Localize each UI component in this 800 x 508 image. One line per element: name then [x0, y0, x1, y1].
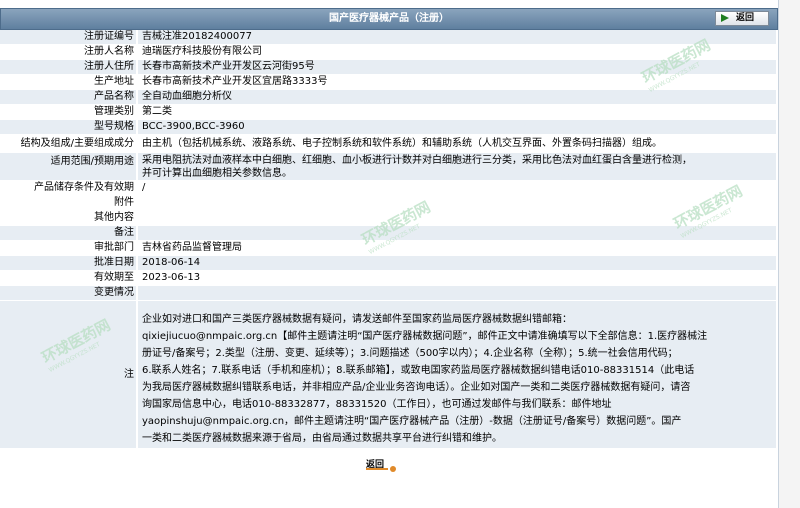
field-value-storage: /	[138, 181, 776, 195]
field-value-approval-date: 2018-06-14	[138, 256, 776, 270]
table-row: 变更情况	[0, 286, 776, 301]
back-button-label: 返回	[736, 13, 755, 23]
note-line: 询国家局信息中心，电话010-88332877，88331520（工作日），也可…	[142, 399, 612, 410]
field-value-registrant-address: 长春市高新技术产业开发区云河街95号	[138, 60, 776, 74]
intended-use-line: 并可计算出血细胞相关参数信息。	[142, 168, 292, 179]
field-value-intended-use: 采用电阻抗法对血液样本中白细胞、红细胞、血小板进行计数并对白细胞进行三分类，采用…	[138, 153, 776, 180]
field-label-category: 管理类别	[0, 105, 136, 119]
table-row: 注册人住所 长春市高新技术产业开发区云河街95号	[0, 60, 776, 75]
table-row: 附件	[0, 196, 776, 211]
note-line: 一类和二类医疗器械数据来源于省局，由省局通过数据共享平台进行纠错和维护。	[142, 433, 502, 444]
table-row: 注册人名称 迪瑞医疗科技股份有限公司	[0, 45, 776, 60]
field-value-structure: 由主机（包括机械系统、液路系统、电子控制系统和软件系统）和辅助系统（人机交互界面…	[138, 135, 776, 152]
table-row: 备注	[0, 226, 776, 241]
field-value-category: 第二类	[138, 105, 776, 119]
field-label-approval-date: 批准日期	[0, 256, 136, 270]
field-label-changes: 变更情况	[0, 286, 136, 300]
field-value-model: BCC-3900,BCC-3960	[138, 120, 776, 134]
note-line: 为我局医疗器械数据纠错联系电话，并非相应产品/企业业务咨询电话）。企业如对国产一…	[142, 382, 691, 393]
table-row: 其他内容	[0, 211, 776, 226]
note-line: 册证号/备案号；2.类型（注册、变更、延续等）；3.问题描述（500字以内）；4…	[142, 348, 678, 359]
field-value-production-address: 长春市高新技术产业开发区宜居路3333号	[138, 75, 776, 89]
note-label: 注	[0, 301, 136, 448]
field-label-approval-dept: 审批部门	[0, 241, 136, 255]
field-label-valid-until: 有效期至	[0, 271, 136, 285]
table-row: 产品名称 全自动血细胞分析仪	[0, 90, 776, 105]
intended-use-line: 采用电阻抗法对血液样本中白细胞、红细胞、血小板进行计数并对白细胞进行三分类，采用…	[142, 155, 692, 166]
table-row: 产品储存条件及有效期 /	[0, 181, 776, 196]
field-label-product-name: 产品名称	[0, 90, 136, 104]
field-value-approval-dept: 吉林省药品监督管理局	[138, 241, 776, 255]
field-label-registrant-address: 注册人住所	[0, 60, 136, 74]
field-label-structure: 结构及组成/主要组成成分	[0, 135, 136, 152]
page-title: 国产医疗器械产品（注册）	[329, 13, 449, 24]
field-label-storage: 产品储存条件及有效期	[0, 181, 136, 195]
right-scroll-area	[779, 0, 800, 508]
field-label-intended-use: 适用范围/预期用途	[0, 153, 136, 180]
table-row: 审批部门 吉林省药品监督管理局	[0, 241, 776, 256]
back-button-bottom[interactable]: 返回	[366, 457, 396, 472]
info-table: 注册证编号 吉械注准20182400077 注册人名称 迪瑞医疗科技股份有限公司…	[0, 30, 776, 449]
panel-header: 国产医疗器械产品（注册） 返回	[0, 8, 778, 30]
note-line: yaopinshuju@nmpaic.org.cn，邮件主题请注明“国产医疗器械…	[142, 416, 682, 427]
table-row: 型号规格 BCC-3900,BCC-3960	[0, 120, 776, 135]
field-value-registrant: 迪瑞医疗科技股份有限公司	[138, 45, 776, 59]
field-value-reg-no: 吉械注准20182400077	[138, 30, 776, 44]
table-row: 结构及组成/主要组成成分 由主机（包括机械系统、液路系统、电子控制系统和软件系统…	[0, 135, 776, 153]
back-dot-icon	[390, 466, 396, 472]
table-row: 有效期至 2023-06-13	[0, 271, 776, 286]
field-label-remark: 备注	[0, 226, 136, 240]
back-underline-icon	[366, 468, 388, 470]
field-label-model: 型号规格	[0, 120, 136, 134]
note-line: 企业如对进口和国产三类医疗器械数据有疑问，请发送邮件至国家药监局医疗器械数据纠错…	[142, 314, 572, 325]
field-value-valid-until: 2023-06-13	[138, 271, 776, 285]
note-text: 企业如对进口和国产三类医疗器械数据有疑问，请发送邮件至国家药监局医疗器械数据纠错…	[138, 301, 776, 448]
field-value-product-name: 全自动血细胞分析仪	[138, 90, 776, 104]
field-value-remark	[138, 226, 776, 240]
table-row: 适用范围/预期用途 采用电阻抗法对血液样本中白细胞、红细胞、血小板进行计数并对白…	[0, 153, 776, 181]
table-row: 批准日期 2018-06-14	[0, 256, 776, 271]
back-arrow-icon	[721, 14, 729, 22]
table-row: 注册证编号 吉械注准20182400077	[0, 30, 776, 45]
field-label-production-address: 生产地址	[0, 75, 136, 89]
field-label-registrant: 注册人名称	[0, 45, 136, 59]
field-label-attachment: 附件	[0, 196, 136, 210]
table-row: 生产地址 长春市高新技术产业开发区宜居路3333号	[0, 75, 776, 90]
field-value-changes	[138, 286, 776, 300]
note-row: 注 企业如对进口和国产三类医疗器械数据有疑问，请发送邮件至国家药监局医疗器械数据…	[0, 301, 776, 449]
field-value-attachment	[138, 196, 776, 210]
note-line: 6.联系人姓名；7.联系电话（手机和座机）；8.联系邮箱】，或致电国家药监局医疗…	[142, 365, 695, 376]
detail-panel: 国产医疗器械产品（注册） 返回 注册证编号 吉械注准20182400077 注册…	[0, 0, 779, 508]
table-row: 管理类别 第二类	[0, 105, 776, 120]
field-label-reg-no: 注册证编号	[0, 30, 136, 44]
note-line: qixiejiucuo@nmpaic.org.cn【邮件主题请注明“国产医疗器械…	[142, 331, 708, 342]
back-button-top[interactable]: 返回	[715, 11, 769, 26]
field-value-other	[138, 211, 776, 225]
field-label-other: 其他内容	[0, 211, 136, 225]
